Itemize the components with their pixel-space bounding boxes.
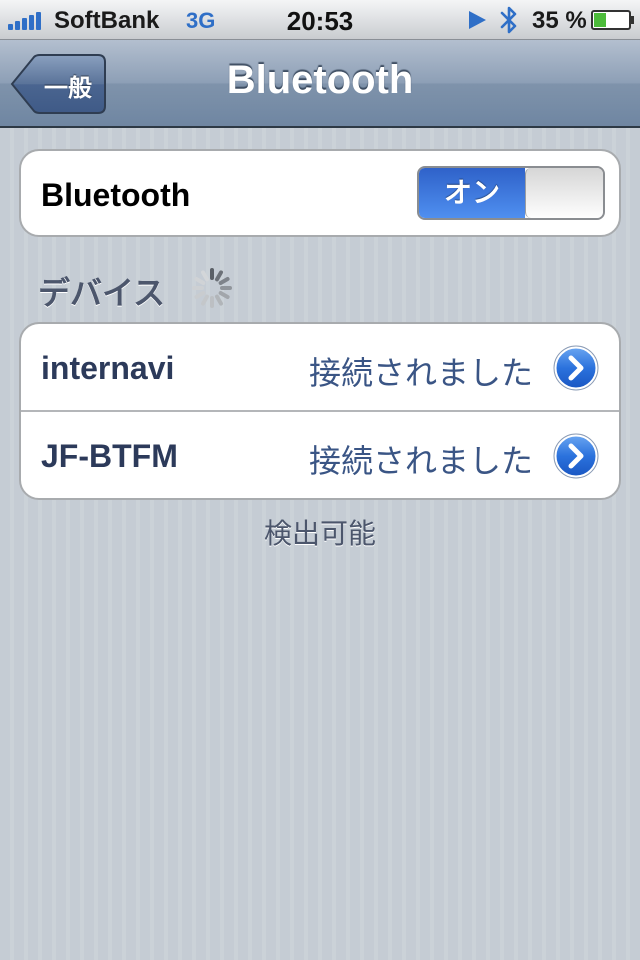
back-button-label: 一般 (44, 75, 92, 102)
detail-disclosure-icon[interactable] (553, 345, 599, 391)
devices-section-header: デバイス (38, 275, 166, 311)
battery-icon (591, 10, 634, 30)
location-arrow-icon (469, 11, 486, 29)
detail-disclosure-icon[interactable] (553, 433, 599, 479)
toggle-knob[interactable] (525, 168, 603, 218)
network-type: 3G (186, 8, 216, 33)
navigation-bar: 一般 Bluetooth (0, 40, 640, 128)
battery-percentage: 35 % (532, 7, 587, 34)
devices-list: internavi 接続されました JF-BTFM 接続されました (19, 322, 621, 500)
device-status: 接続されました (308, 354, 533, 392)
bluetooth-status-icon (500, 6, 517, 34)
device-name: internavi (41, 350, 175, 386)
bluetooth-label: Bluetooth (41, 177, 191, 213)
loading-spinner-icon (192, 268, 232, 308)
status-bar: SoftBank 3G 20:53 35 % (0, 0, 640, 40)
device-row[interactable]: JF-BTFM 接続されました (21, 410, 619, 496)
carrier-name: SoftBank (54, 7, 160, 34)
page-title: Bluetooth (226, 58, 414, 102)
bluetooth-toggle-row: Bluetooth オン (21, 151, 619, 235)
discoverable-label: 検出可能 (263, 517, 376, 550)
device-status: 接続されました (308, 442, 533, 480)
signal-strength-icon (8, 10, 48, 30)
toggle-on-label: オン (419, 168, 525, 218)
bluetooth-settings-group: Bluetooth オン (19, 149, 621, 237)
bluetooth-toggle-switch[interactable]: オン (417, 166, 605, 220)
device-name: JF-BTFM (41, 438, 178, 474)
back-button[interactable]: 一般 (10, 54, 106, 114)
device-row[interactable]: internavi 接続されました (21, 324, 619, 410)
